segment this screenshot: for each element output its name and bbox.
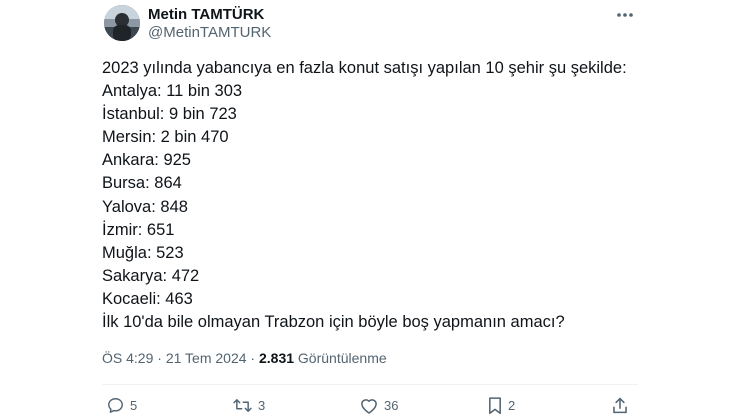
retweet-icon	[233, 399, 252, 412]
share-button[interactable]	[611, 396, 629, 415]
tweet-time[interactable]: ÖS 4:29	[102, 350, 153, 366]
bookmark-button[interactable]: 2	[487, 396, 515, 415]
tweet-line: Bursa: 864	[102, 174, 182, 193]
tweet-line: Sakarya: 472	[102, 266, 200, 285]
tweet-line: Mersin: 2 bin 470	[102, 128, 229, 147]
author-handle[interactable]: @MetinTAMTURK	[148, 24, 271, 42]
action-bar: 5 3 36 2	[0, 394, 730, 420]
meta-separator: ·	[157, 350, 162, 366]
tweet-line: İzmir: 651	[102, 220, 175, 239]
share-icon	[613, 397, 627, 414]
bookmark-icon	[489, 397, 501, 415]
bookmark-count: 2	[508, 398, 516, 413]
tweet: Metin TAMTÜRK @MetinTAMTURK 2023 yılında…	[0, 0, 730, 420]
like-count: 36	[384, 398, 399, 413]
reply-count: 5	[130, 398, 138, 413]
retweet-button[interactable]: 3	[232, 396, 265, 415]
tweet-line: Antalya: 11 bin 303	[102, 82, 243, 101]
divider	[102, 384, 638, 385]
views-label: Görüntülenme	[297, 350, 387, 366]
heart-icon	[361, 399, 377, 414]
tweet-line: Ankara: 925	[102, 151, 191, 170]
reply-icon	[108, 398, 123, 413]
reply-button[interactable]: 5	[106, 396, 137, 415]
tweet-text: 2023 yılında yabancıya en fazla konut sa…	[102, 57, 662, 334]
retweet-count: 3	[258, 398, 266, 413]
like-button[interactable]: 36	[359, 396, 398, 415]
avatar[interactable]	[104, 5, 140, 41]
more-horizontal-icon	[617, 13, 633, 17]
tweet-line: Muğla: 523	[102, 243, 184, 262]
tweet-line: Yalova: 848	[102, 197, 188, 216]
meta-separator: ·	[250, 350, 256, 366]
tweet-line: 2023 yılında yabancıya en fazla konut sa…	[102, 59, 627, 77]
author-name[interactable]: Metin TAMTÜRK	[148, 6, 264, 24]
tweet-line: İstanbul: 9 bin 723	[102, 105, 237, 124]
tweet-meta: ÖS 4:29 · 21 Tem 2024 · 2.831 Görüntülen…	[102, 349, 387, 367]
tweet-line: Kocaeli: 463	[102, 289, 193, 308]
tweet-date[interactable]: 21 Tem 2024	[166, 350, 247, 366]
more-options-button[interactable]	[612, 6, 638, 24]
views-count: 2.831	[258, 350, 295, 366]
tweet-line: İlk 10'da bile olmayan Trabzon için böyl…	[102, 313, 565, 332]
